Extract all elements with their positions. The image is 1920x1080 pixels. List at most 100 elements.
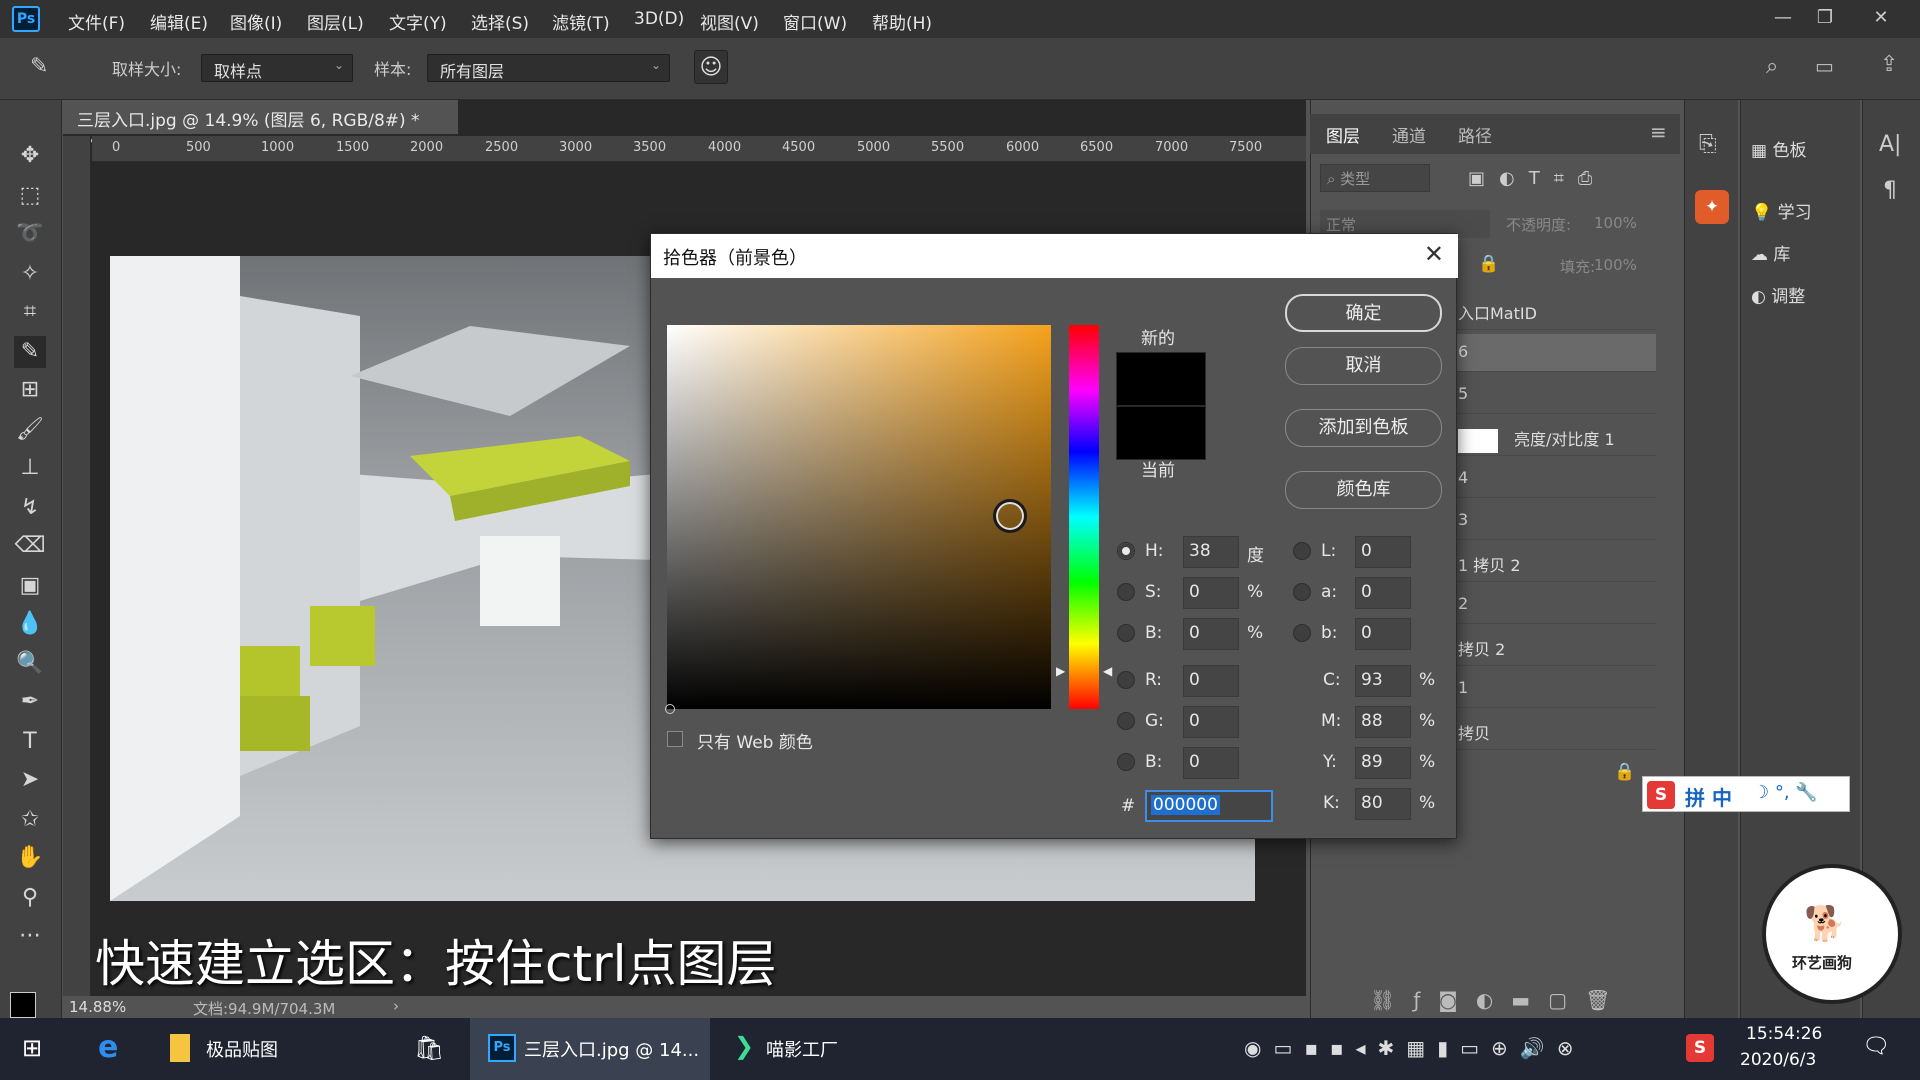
fill-value[interactable]: 100% [1594,256,1637,274]
lab-b-input[interactable]: 0 [1355,618,1411,650]
sample-size-select[interactable]: 取样点 ⌄ [201,54,353,82]
share-icon[interactable]: ⇪ [1880,52,1898,77]
windows-start-icon[interactable]: ⊞ [22,1034,42,1062]
menu-help[interactable]: 帮助(H) [872,9,932,34]
close-icon[interactable]: ✕ [1424,240,1444,268]
dodge-tool-icon[interactable]: 🔍 [14,648,46,680]
radio-a[interactable] [1293,583,1311,601]
taskbar-item-tietu[interactable]: 极品贴图 [206,1036,278,1062]
menu-edit[interactable]: 编辑(E) [150,9,208,34]
libraries-item[interactable]: ☁ 库 [1751,240,1790,265]
document-tab[interactable]: 三层入口.jpg @ 14.9% (图层 6, RGB/8#) * × [63,100,458,151]
layer-filter-input[interactable]: ⌕ 类型 [1320,164,1430,192]
l-input[interactable]: 0 [1355,536,1411,568]
filmora-icon[interactable]: ❯ [734,1032,754,1060]
y-input[interactable]: 89 [1355,747,1411,779]
opacity-value[interactable]: 100% [1594,214,1637,232]
radio-r[interactable] [1117,671,1135,689]
menu-file[interactable]: 文件(F) [68,9,125,34]
hue-slider[interactable] [1069,325,1099,709]
blue-input[interactable]: 0 [1183,747,1239,779]
blur-tool-icon[interactable]: 💧 [14,608,46,640]
brush-tool-icon[interactable]: 🖌 [14,414,46,446]
menu-view[interactable]: 视图(V) [700,9,759,34]
layer-row-adjustment[interactable]: 亮度/对比度 1 [1452,418,1656,456]
type-tool-icon[interactable]: T [14,726,46,758]
layer-row[interactable]: 入口MatID [1452,292,1656,330]
workspace-icon[interactable]: ▭ [1815,54,1834,78]
g-input[interactable]: 0 [1183,706,1239,738]
paragraph-icon[interactable]: ¶ [1883,178,1897,203]
zoom-level[interactable]: 14.88% [69,998,126,1016]
layer-row[interactable]: 2 [1452,586,1656,624]
folder-icon[interactable] [170,1034,190,1062]
r-input[interactable]: 0 [1183,665,1239,697]
layer-actions-bar[interactable]: ⛓ƒ◙◐▬▢🗑 [1370,988,1628,1012]
eyedropper-tool-icon[interactable]: ✎ [14,336,46,368]
layer-row[interactable]: 5 [1452,376,1656,414]
healing-tool-icon[interactable]: ⊞ [14,374,46,406]
layer-row[interactable]: 拷贝 2 [1452,628,1656,666]
more-tools-icon[interactable]: ⋯ [14,920,46,952]
radio-lab-b[interactable] [1293,624,1311,642]
shape-tool-icon[interactable]: ✩ [14,804,46,836]
radio-blue[interactable] [1117,753,1135,771]
c-input[interactable]: 93 [1355,665,1411,697]
hand-tool-icon[interactable]: ✋ [14,842,46,874]
lock-icon[interactable]: 🔒 [1478,254,1499,274]
tab-paths[interactable]: 路径 [1458,122,1492,147]
taskbar-item-photoshop[interactable]: 三层入口.jpg @ 14... [524,1036,699,1062]
path-select-tool-icon[interactable]: ➤ [14,764,46,796]
chevron-right-icon[interactable]: › [393,997,399,1015]
system-tray-icons[interactable]: ◉▭▪▪◂✱▦▮▭⊕🔊⊗ [1244,1036,1585,1060]
layer-row[interactable]: 1 [1452,670,1656,708]
stamp-tool-icon[interactable]: ⊥ [14,452,46,484]
close-window-icon[interactable]: ✕ [1866,4,1896,32]
s-input[interactable]: 0 [1183,577,1239,609]
menu-filter[interactable]: 滤镜(T) [552,9,610,34]
tab-layers[interactable]: 图层 [1326,122,1360,147]
layer-row[interactable]: 3 [1452,502,1656,540]
menu-layer[interactable]: 图层(L) [307,9,364,34]
ime-toolbar[interactable]: S 拼 中 ☽ °, 🔧 [1642,776,1850,812]
tab-channels[interactable]: 通道 [1392,122,1426,147]
radio-h[interactable] [1117,542,1135,560]
minimize-icon[interactable]: — [1768,4,1798,32]
menu-select[interactable]: 选择(S) [471,9,529,34]
lasso-tool-icon[interactable]: ➰ [14,218,46,250]
layer-row[interactable]: 1 拷贝 2 [1452,544,1656,582]
radio-b[interactable] [1117,624,1135,642]
move-tool-icon[interactable]: ✥ [14,140,46,172]
layer-row[interactable]: 拷贝 [1452,712,1656,750]
layer-row-selected[interactable]: 6 [1452,334,1656,372]
search-icon[interactable]: ⌕ [1766,54,1778,79]
history-brush-icon[interactable]: ↯ [14,492,46,524]
ok-button[interactable]: 确定 [1285,294,1442,332]
adjustments-item[interactable]: ◐ 调整 [1751,282,1805,307]
color-libraries-button[interactable]: 颜色库 [1285,471,1442,509]
cancel-button[interactable]: 取消 [1285,347,1442,385]
radio-g[interactable] [1117,712,1135,730]
learn-item[interactable]: 💡 学习 [1751,198,1812,223]
restore-icon[interactable]: ❐ [1810,4,1840,32]
h-input[interactable]: 38 [1183,536,1239,568]
plugin-icon[interactable]: ✦ [1695,190,1729,224]
color-field-cursor[interactable] [993,499,1027,533]
edge-icon[interactable]: e [98,1030,118,1065]
eyedropper-tool-icon[interactable]: ✎ [30,54,48,79]
marquee-tool-icon[interactable]: ⬚ [14,180,46,212]
magic-wand-tool-icon[interactable]: ✧ [14,258,46,290]
character-icon[interactable]: A| [1879,132,1901,157]
web-only-checkbox[interactable] [667,731,683,747]
swatches-item[interactable]: ▦ 色板 [1751,136,1806,161]
menu-3d[interactable]: 3D(D) [634,9,684,29]
layer-row[interactable]: 4 [1452,460,1656,498]
gradient-tool-icon[interactable]: ▣ [14,570,46,602]
a-input[interactable]: 0 [1355,577,1411,609]
k-input[interactable]: 80 [1355,788,1411,820]
foreground-color-swatch[interactable] [10,992,36,1018]
history-panel-icon[interactable]: ⎘ [1699,132,1717,157]
sample-select[interactable]: 所有图层 ⌄ [427,54,670,82]
store-icon[interactable]: 🛍 [414,1034,444,1062]
menu-image[interactable]: 图像(I) [230,9,282,34]
